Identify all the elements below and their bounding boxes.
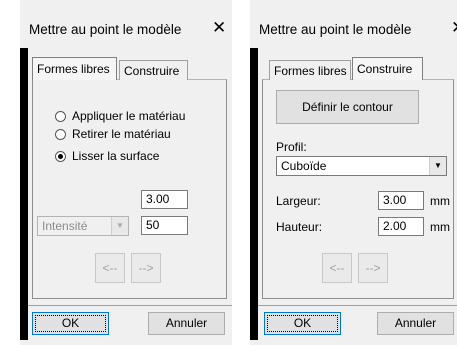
divider (258, 305, 457, 306)
close-icon[interactable]: ✕ (212, 18, 226, 38)
focus-ring (267, 315, 338, 332)
previous-button[interactable]: <-- (95, 253, 125, 283)
dialog-free-forms: Mettre au point le modèle ✕ Formes libre… (20, 0, 232, 345)
radio-selected-icon (55, 151, 66, 162)
profile-select-value: Cuboïde (281, 159, 327, 173)
dialog-title: Mettre au point le modèle (29, 22, 182, 37)
radio-icon (55, 129, 66, 140)
radio-icon (55, 111, 66, 122)
next-button[interactable]: --> (358, 253, 388, 283)
intensity-select-value: Intensité (42, 219, 88, 233)
intensity-field[interactable]: 50 (141, 216, 188, 235)
tab-free-forms[interactable]: Formes libres (269, 60, 351, 80)
profile-select[interactable]: Cuboïde ▼ (276, 156, 447, 176)
radio-apply-material[interactable]: Appliquer le matériau (55, 108, 185, 124)
tab-free-forms[interactable]: Formes libres (32, 57, 117, 80)
profile-label: Profil: (276, 140, 307, 154)
dialog-construct: Mettre au point le modèle ✕ Formes libre… (250, 0, 457, 345)
window-edge (250, 48, 258, 340)
chevron-down-icon: ▼ (111, 217, 128, 235)
tab-construct[interactable]: Construire (119, 60, 188, 80)
radio-label: Lisser la surface (72, 149, 160, 163)
chevron-down-icon: ▼ (429, 157, 446, 175)
cancel-button[interactable]: Annuler (148, 312, 225, 335)
height-label: Hauteur: (276, 220, 323, 234)
radio-smooth-surface[interactable]: Lisser la surface (55, 148, 159, 164)
previous-button[interactable]: <-- (322, 253, 352, 283)
width-label: Largeur: (276, 194, 321, 208)
ok-button[interactable]: OK (32, 312, 109, 335)
value-field-top[interactable]: 3.00 (141, 190, 188, 209)
width-unit: mm (430, 194, 450, 208)
radio-remove-material[interactable]: Retirer le matériau (55, 126, 171, 142)
ok-button[interactable]: OK (264, 312, 341, 335)
define-contour-button[interactable]: Définir le contour (276, 90, 419, 124)
window-edge (20, 48, 28, 340)
radio-label: Appliquer le matériau (72, 109, 186, 123)
focus-ring (35, 315, 106, 332)
next-button[interactable]: --> (131, 253, 161, 283)
height-unit: mm (430, 220, 450, 234)
height-field[interactable]: 2.00 (378, 217, 424, 236)
close-icon[interactable]: ✕ (451, 18, 457, 38)
radio-label: Retirer le matériau (72, 127, 171, 141)
cancel-button[interactable]: Annuler (377, 312, 454, 335)
width-field[interactable]: 3.00 (378, 191, 424, 210)
divider (28, 305, 232, 306)
dialog-title: Mettre au point le modèle (259, 22, 412, 37)
tab-construct[interactable]: Construire (352, 57, 423, 80)
intensity-select: Intensité ▼ (37, 216, 129, 236)
